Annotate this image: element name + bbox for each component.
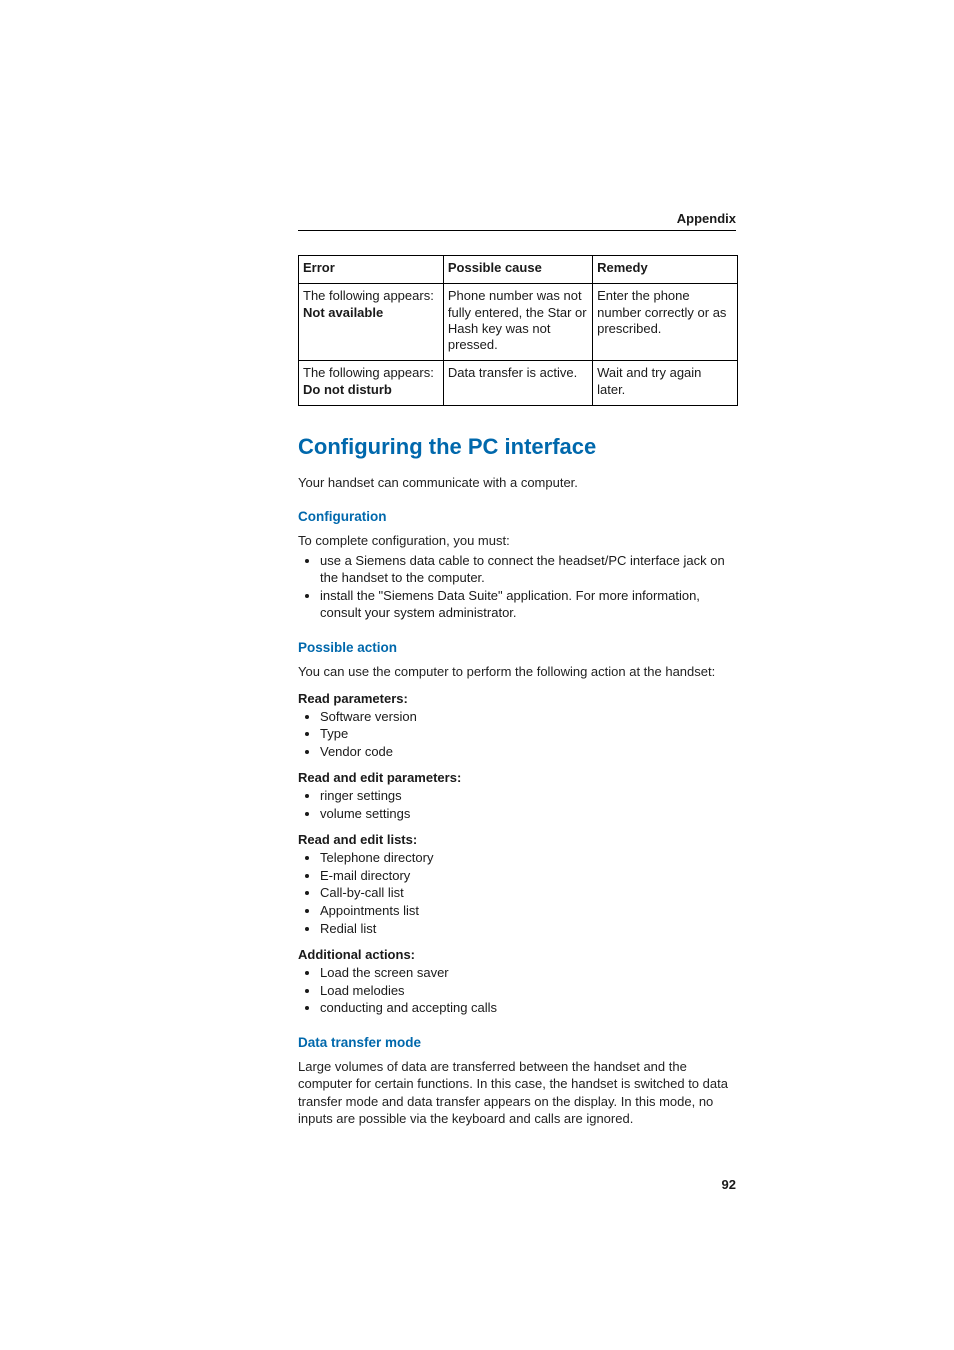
- running-head: Appendix: [298, 211, 736, 231]
- list-item: Load the screen saver: [320, 964, 738, 982]
- group-title: Read and edit parameters:: [298, 770, 738, 785]
- list-item: Load melodies: [320, 982, 738, 1000]
- troubleshooting-table: Error Possible cause Remedy The followin…: [298, 255, 738, 406]
- list-item: conducting and accepting calls: [320, 999, 738, 1017]
- list-item: Appointments list: [320, 902, 738, 920]
- page: Appendix Error Possible cause Remedy The…: [0, 0, 954, 1350]
- group-title: Additional actions:: [298, 947, 738, 962]
- table-row: The following appears: Not available Pho…: [299, 284, 738, 361]
- group-list: ringer settings volume settings: [298, 787, 738, 822]
- configuration-list: use a Siemens data cable to connect the …: [298, 552, 738, 622]
- section-intro: Your handset can communicate with a comp…: [298, 474, 738, 492]
- content-column: Error Possible cause Remedy The followin…: [298, 255, 738, 1132]
- configuration-lead: To complete configuration, you must:: [298, 532, 738, 550]
- list-item: E-mail directory: [320, 867, 738, 885]
- th-cause: Possible cause: [443, 256, 592, 284]
- list-item: Call-by-call list: [320, 884, 738, 902]
- list-item: install the "Siemens Data Suite" applica…: [320, 587, 738, 622]
- list-item: volume settings: [320, 805, 738, 823]
- subheading-configuration: Configuration: [298, 509, 738, 524]
- subheading-data-transfer: Data transfer mode: [298, 1035, 738, 1050]
- error-prefix: The following appears:: [303, 288, 434, 303]
- cell-remedy: Enter the phone number correctly or as p…: [593, 284, 738, 361]
- table-header-row: Error Possible cause Remedy: [299, 256, 738, 284]
- th-error: Error: [299, 256, 444, 284]
- th-remedy: Remedy: [593, 256, 738, 284]
- data-transfer-body: Large volumes of data are transferred be…: [298, 1058, 738, 1128]
- error-bold: Do not disturb: [303, 382, 392, 397]
- list-item: Software version: [320, 708, 738, 726]
- group-title: Read and edit lists:: [298, 832, 738, 847]
- group-list: Telephone directory E-mail directory Cal…: [298, 849, 738, 937]
- group-title: Read parameters:: [298, 691, 738, 706]
- possible-action-lead: You can use the computer to perform the …: [298, 663, 738, 681]
- section-heading: Configuring the PC interface: [298, 434, 738, 460]
- page-number: 92: [722, 1177, 736, 1192]
- list-item: Type: [320, 725, 738, 743]
- cell-error: The following appears: Do not disturb: [299, 361, 444, 406]
- group-list: Software version Type Vendor code: [298, 708, 738, 761]
- cell-cause: Data transfer is active.: [443, 361, 592, 406]
- group-list: Load the screen saver Load melodies cond…: [298, 964, 738, 1017]
- cell-remedy: Wait and try again later.: [593, 361, 738, 406]
- list-item: Redial list: [320, 920, 738, 938]
- list-item: Telephone directory: [320, 849, 738, 867]
- error-prefix: The following appears:: [303, 365, 434, 380]
- list-item: ringer settings: [320, 787, 738, 805]
- table-row: The following appears: Do not disturb Da…: [299, 361, 738, 406]
- cell-cause: Phone number was not fully entered, the …: [443, 284, 592, 361]
- cell-error: The following appears: Not available: [299, 284, 444, 361]
- list-item: Vendor code: [320, 743, 738, 761]
- error-bold: Not available: [303, 305, 383, 320]
- list-item: use a Siemens data cable to connect the …: [320, 552, 738, 587]
- subheading-possible-action: Possible action: [298, 640, 738, 655]
